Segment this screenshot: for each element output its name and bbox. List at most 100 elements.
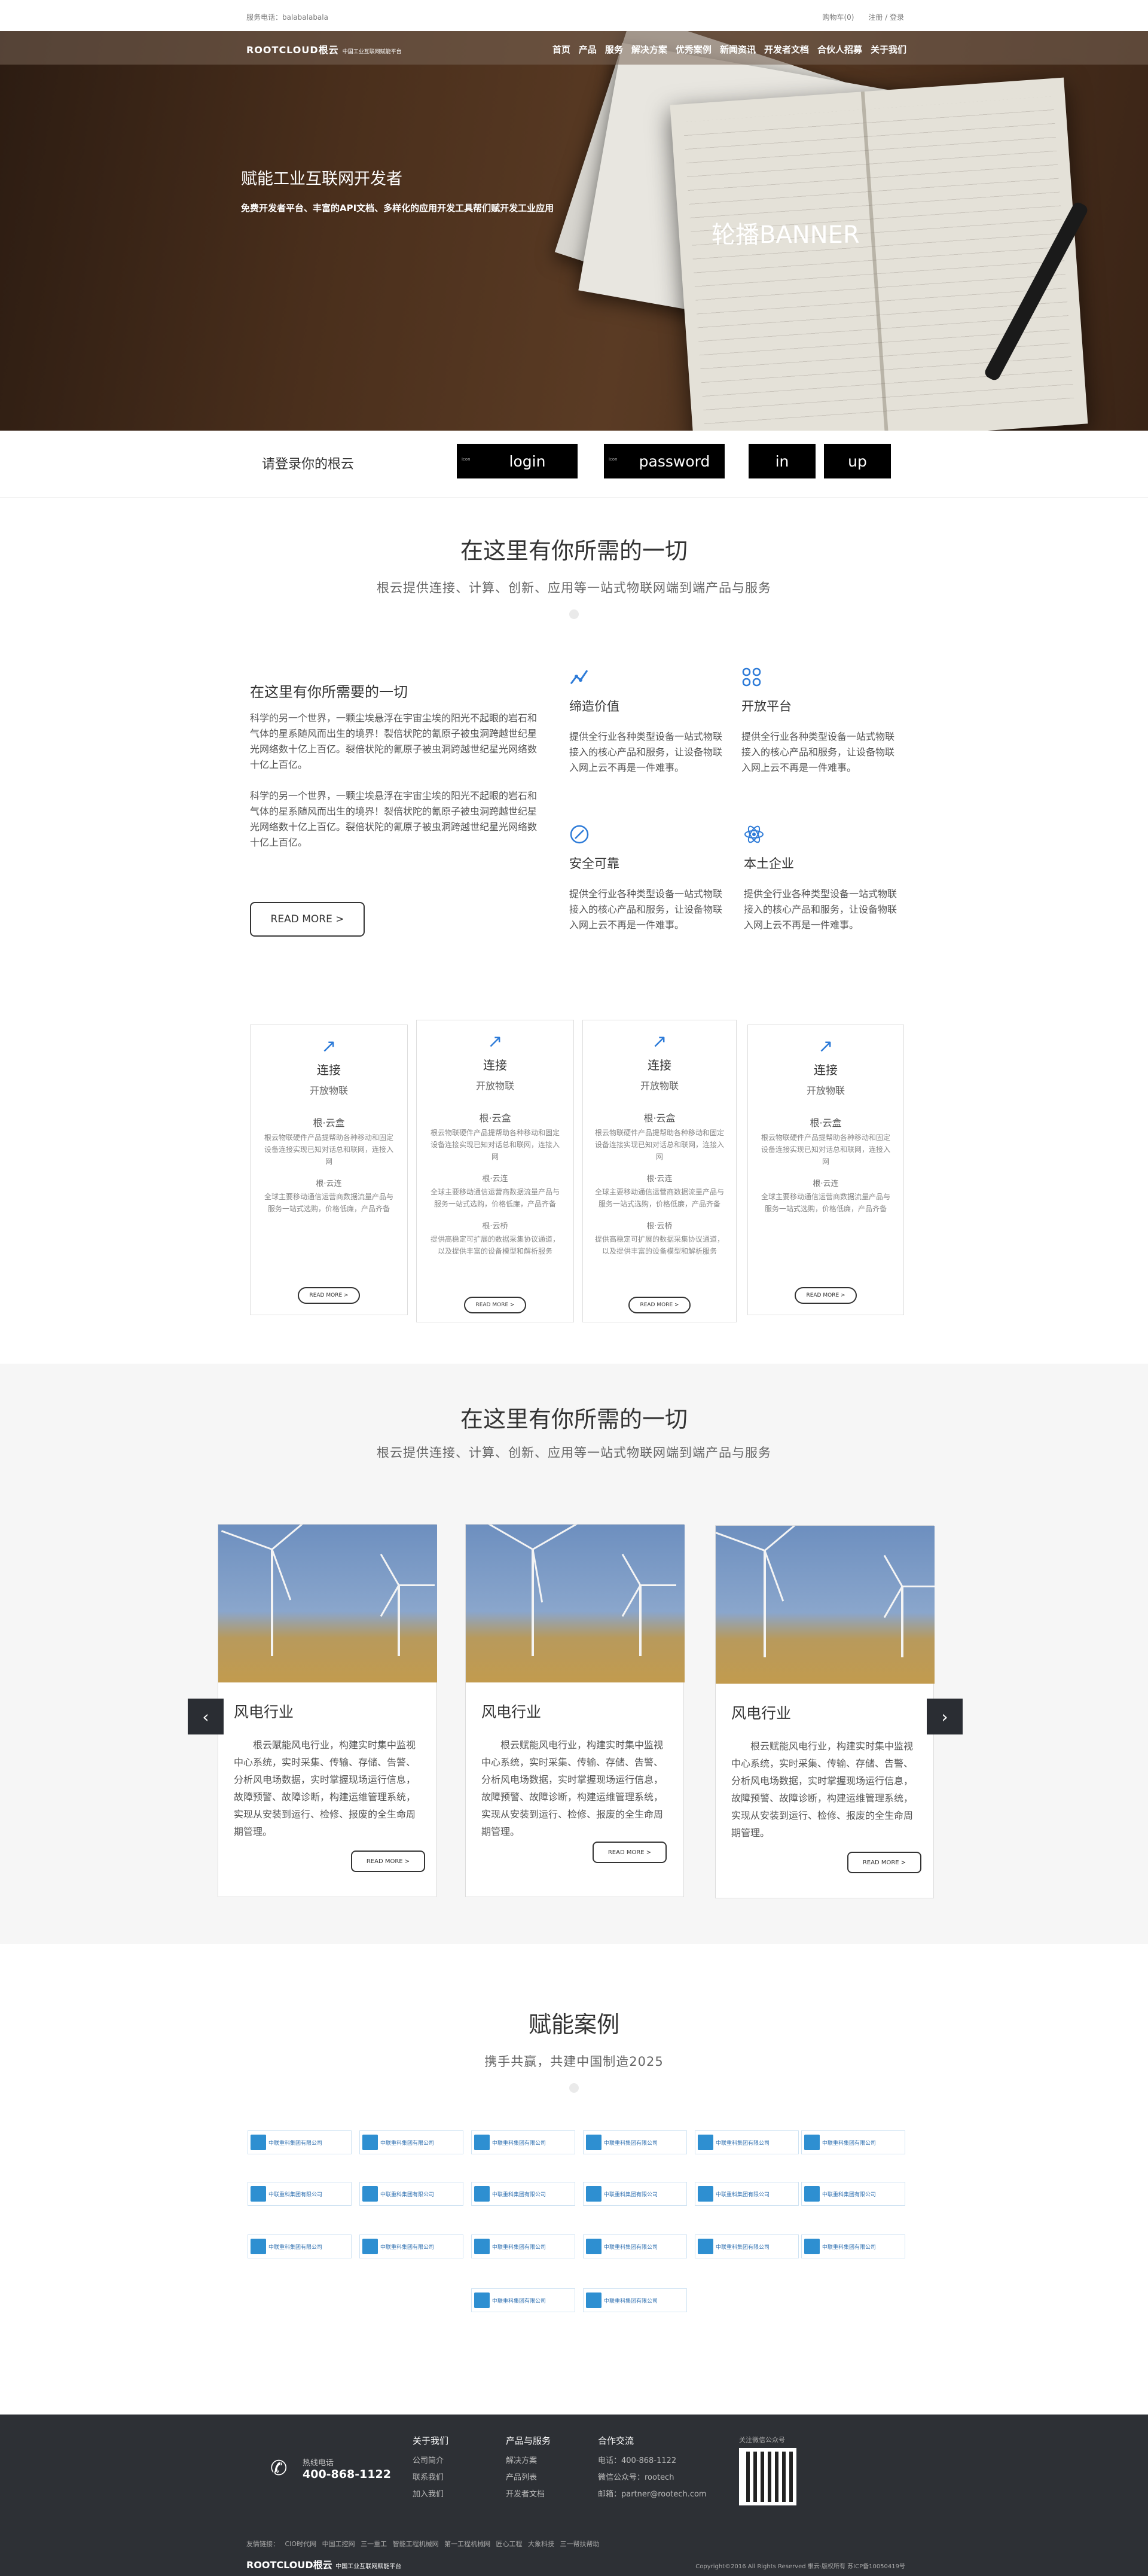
card-text: 提供高稳定可扩展的数据采集协议通道，以及提供丰富的设备模型和解析服务 xyxy=(595,1235,725,1255)
footer-link[interactable]: 加入我们 xyxy=(413,2486,448,2503)
chart-line-icon: ↗ xyxy=(652,1031,667,1052)
footer: ✆ 热线电话 400-868-1122 关于我们 公司简介 联系我们 加入我们 … xyxy=(0,2415,1148,2576)
card-text: 全球主要移动通信运营商数据流量产品与服务一站式选购，价格低廉，产品齐备 xyxy=(430,1188,560,1208)
compass-icon xyxy=(569,824,590,845)
client-logo[interactable]: 中联重科集团有限公司 xyxy=(471,2182,575,2206)
section1-header: 在这里有你所需的一切 根云提供连接、计算、创新、应用等一站式物联网端到端产品与服… xyxy=(0,532,1148,621)
card-text: 提供高稳定可扩展的数据采集协议通道，以及提供丰富的设备模型和解析服务 xyxy=(430,1235,560,1255)
client-logo[interactable]: 中联重科集团有限公司 xyxy=(583,2288,687,2312)
password-field[interactable]: icon password xyxy=(604,444,725,478)
nav-item-solutions[interactable]: 解决方案 xyxy=(631,43,667,56)
client-logo[interactable]: 中联重科集团有限公司 xyxy=(359,2182,463,2206)
industry-read-more-button[interactable]: READ MORE > xyxy=(593,1842,667,1863)
nav-item-dev-docs[interactable]: 开发者文档 xyxy=(764,43,809,56)
feature-desc: 提供全行业各种类型设备一站式物联接入的核心产品和服务，让设备物联入网上云不再是一… xyxy=(744,888,897,931)
client-logo[interactable]: 中联重科集团有限公司 xyxy=(583,2234,687,2258)
feature-title: 本土企业 xyxy=(744,856,794,871)
client-logo[interactable]: 中联重科集团有限公司 xyxy=(801,2182,905,2206)
footer-link[interactable]: 解决方案 xyxy=(506,2453,551,2470)
product-card: ↗ 连接 开放物联 根·云盒 根云物联硬件产品提帮助各种移动和固定设备连接实现已… xyxy=(582,1020,737,1322)
client-logo[interactable]: 中联重科集团有限公司 xyxy=(248,2234,352,2258)
login-field[interactable]: icon login xyxy=(457,444,578,478)
login-prompt: 请登录你的根云 xyxy=(262,457,355,472)
nav-item-home[interactable]: 首页 xyxy=(552,43,570,56)
feature-title: 开放平台 xyxy=(741,699,792,714)
client-logo[interactable]: 中联重科集团有限公司 xyxy=(471,2234,575,2258)
client-logo[interactable]: 中联重科集团有限公司 xyxy=(583,2182,687,2206)
client-logo[interactable]: 中联重科集团有限公司 xyxy=(359,2130,463,2154)
footer-link[interactable]: 产品列表 xyxy=(506,2470,551,2486)
nav-item-products[interactable]: 产品 xyxy=(579,43,597,56)
client-logo[interactable]: 中联重科集团有限公司 xyxy=(359,2234,463,2258)
feature-desc: 提供全行业各种类型设备一站式物联接入的核心产品和服务，让设备物联入网上云不再是一… xyxy=(569,888,723,931)
client-logo[interactable]: 中联重科集团有限公司 xyxy=(471,2130,575,2154)
client-logo[interactable]: 中联重科集团有限公司 xyxy=(248,2130,352,2154)
cart-link[interactable]: 购物车(0) xyxy=(822,13,854,22)
industry-read-more-button[interactable]: READ MORE > xyxy=(351,1851,425,1872)
section2-header: 在这里有你所需的一切 根云提供连接、计算、创新、应用等一站式物联网端到端产品与服… xyxy=(0,1401,1148,1461)
nav-item-news[interactable]: 新闻资讯 xyxy=(720,43,756,56)
footer-contact: 电话：400-868-1122 xyxy=(598,2456,677,2465)
card-section-title: 根·云桥 xyxy=(646,1222,673,1231)
industry-title: 风电行业 xyxy=(234,1703,294,1721)
nav-item-cases[interactable]: 优秀案例 xyxy=(676,43,712,56)
top-bar: 服务电话：balabalabala 购物车(0) 注册 / 登录 xyxy=(0,0,1148,31)
card-title: 连接 xyxy=(814,1063,838,1077)
card-read-more-button[interactable]: READ MORE > xyxy=(795,1287,857,1304)
footer-cooperation: 合作交流 电话：400-868-1122 微信公众号：rootech 邮箱：pa… xyxy=(598,2432,707,2503)
card-text: 全球主要移动通信运营商数据流量产品与服务一站式选购，价格低廉，产品齐备 xyxy=(595,1188,725,1208)
card-read-more-button[interactable]: READ MORE > xyxy=(298,1287,360,1304)
card-read-more-button[interactable]: READ MORE > xyxy=(628,1297,691,1313)
client-logo[interactable]: 中联重科集团有限公司 xyxy=(695,2234,799,2258)
qr-label: 关注微信公众号 xyxy=(739,2436,785,2444)
footer-about: 关于我们 公司简介 联系我们 加入我们 xyxy=(413,2432,448,2503)
brand-logo[interactable]: ROOTCLOUD根云 中国工业互联网赋能平台 xyxy=(246,42,402,56)
industry-read-more-button[interactable]: READ MORE > xyxy=(847,1852,921,1873)
industry-title: 风电行业 xyxy=(731,1705,792,1722)
hero-title: 赋能工业互联网开发者 xyxy=(241,170,402,188)
client-logo[interactable]: 中联重科集团有限公司 xyxy=(801,2130,905,2154)
nav-item-partners[interactable]: 合伙人招募 xyxy=(817,43,862,56)
hotline-number[interactable]: 400-868-1122 xyxy=(303,2468,391,2481)
carousel-prev-button[interactable]: ‹ xyxy=(188,1699,224,1734)
footer-link[interactable]: 联系我们 xyxy=(413,2470,448,2486)
lock-icon: icon xyxy=(609,457,618,462)
footer-link[interactable]: 公司简介 xyxy=(413,2453,448,2470)
card-section-title: 根·云连 xyxy=(646,1175,673,1184)
read-more-button[interactable]: READ MORE > xyxy=(250,902,365,937)
feature-desc: 提供全行业各种类型设备一站式物联接入的核心产品和服务，让设备物联入网上云不再是一… xyxy=(569,731,723,773)
client-logo[interactable]: 中联重科集团有限公司 xyxy=(471,2288,575,2312)
main-nav: 首页 产品 服务 解决方案 优秀案例 新闻资讯 开发者文档 合伙人招募 关于我们 xyxy=(552,43,906,56)
sign-in-button[interactable]: in xyxy=(749,444,816,478)
sign-up-button[interactable]: up xyxy=(824,444,891,478)
hero-banner[interactable]: ROOTCLOUD根云 中国工业互联网赋能平台 首页 产品 服务 解决方案 优秀案… xyxy=(0,31,1148,431)
card-text: 根云物联硬件产品提帮助各种移动和固定设备连接实现已知对话总和联网，连接入网 xyxy=(595,1129,725,1161)
divider-dot xyxy=(569,2083,579,2093)
client-logo[interactable]: 中联重科集团有限公司 xyxy=(695,2182,799,2206)
client-logo[interactable]: 中联重科集团有限公司 xyxy=(583,2130,687,2154)
hero-subtitle: 免费开发者平台、丰富的API文档、多样化的应用开发工具帮们赋开发工业应用 xyxy=(241,203,554,214)
login-register-link[interactable]: 注册 / 登录 xyxy=(868,13,904,22)
footer-contact[interactable]: 邮箱：partner@rootech.com xyxy=(598,2486,707,2503)
wind-turbine-image xyxy=(466,1525,685,1682)
nav-item-about[interactable]: 关于我们 xyxy=(871,43,906,56)
carousel-next-button[interactable]: › xyxy=(927,1699,963,1734)
card-title: 连接 xyxy=(317,1063,341,1077)
service-phone: 服务电话：balabalabala xyxy=(246,13,328,22)
client-logo[interactable]: 中联重科集团有限公司 xyxy=(695,2130,799,2154)
feature-desc: 提供全行业各种类型设备一站式物联接入的核心产品和服务，让设备物联入网上云不再是一… xyxy=(741,731,895,773)
card-section-title: 根·云盒 xyxy=(479,1112,511,1124)
footer-link[interactable]: 开发者文档 xyxy=(506,2486,551,2503)
card-read-more-button[interactable]: READ MORE > xyxy=(464,1297,526,1313)
phone-icon: ✆ xyxy=(270,2456,288,2480)
friend-links[interactable]: 友情链接： CIO时代网 中国工控网 三一重工 智能工程机械网 第一工程机械网 … xyxy=(246,2539,600,2548)
user-icon: icon xyxy=(462,457,471,462)
client-logo[interactable]: 中联重科集团有限公司 xyxy=(801,2234,905,2258)
industry-title: 风电行业 xyxy=(481,1703,542,1721)
nav-item-services[interactable]: 服务 xyxy=(605,43,623,56)
client-logo[interactable]: 中联重科集团有限公司 xyxy=(248,2182,352,2206)
copyright: Copyright©2016 All Rights Reserved 根云·版权… xyxy=(695,2563,905,2570)
section1-title: 在这里有你所需的一切 xyxy=(460,538,688,564)
footer-contact: 微信公众号：rootech xyxy=(598,2473,674,2482)
industry-desc: 根云赋能风电行业，构建实时集中监视中心系统，实时采集、传输、存储、告警、分析风电… xyxy=(481,1739,664,1837)
